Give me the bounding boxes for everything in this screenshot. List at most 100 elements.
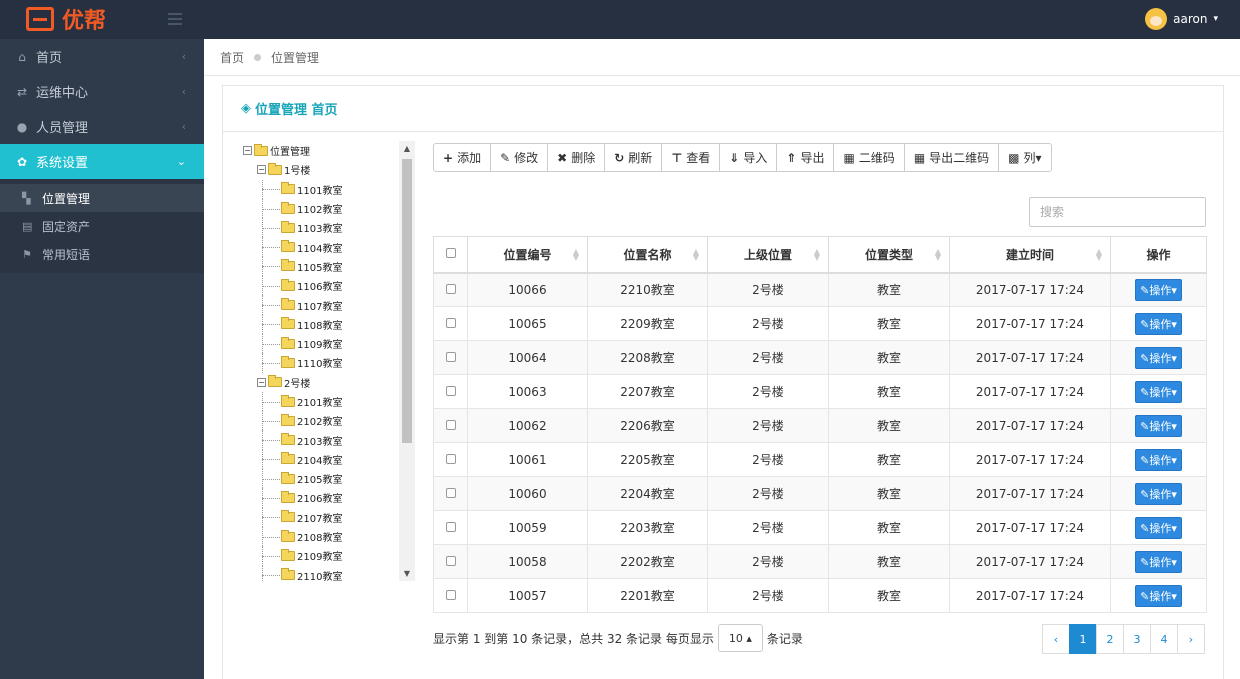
row-checkbox[interactable] — [445, 317, 456, 328]
tree-node-root[interactable]: − 位置管理 — [243, 141, 413, 160]
tree-node-room[interactable]: 1105教室 — [243, 256, 413, 277]
row-action-button[interactable]: ✎操作▾ — [1135, 516, 1182, 539]
tree-node-room[interactable]: 1110教室 — [243, 353, 413, 373]
view-button[interactable]: ⊤ 查看 — [661, 143, 721, 172]
column-header-parent[interactable]: 上级位置 ▲ ▼ — [707, 236, 829, 274]
tree-node-room[interactable]: 1103教室 — [243, 218, 413, 238]
column-header-created[interactable]: 建立时间 ▲ ▼ — [949, 236, 1111, 274]
tree-node-room[interactable]: 2101教室 — [243, 391, 413, 412]
tree-node-building[interactable]: − 1号楼 — [243, 160, 413, 179]
qrcode-button[interactable]: ▦ 二维码 — [833, 143, 905, 172]
user-menu[interactable]: aaron ▾ — [1145, 8, 1218, 30]
table-row[interactable]: 10062 2206教室 2号楼 教室 2017-07-17 17:24 ✎操作▾ — [433, 408, 1207, 443]
collapse-toggle-icon[interactable]: − — [257, 165, 266, 175]
column-header-id[interactable]: 位置编号 ▲ ▼ — [467, 236, 588, 274]
row-checkbox[interactable] — [445, 589, 456, 600]
chevron-down-icon: ▾ — [1035, 150, 1042, 165]
row-action-button[interactable]: ✎操作▾ — [1135, 312, 1182, 335]
row-action-button[interactable]: ✎操作▾ — [1135, 278, 1182, 301]
row-checkbox[interactable] — [445, 283, 456, 294]
sidebar-item-phrases[interactable]: ⚑ 常用短语 — [0, 240, 204, 268]
scroll-up-icon[interactable]: ▲ — [399, 144, 415, 153]
collapse-toggle-icon[interactable]: − — [243, 146, 252, 156]
add-button[interactable]: + 添加 — [433, 143, 492, 172]
row-action-button[interactable]: ✎操作▾ — [1135, 448, 1182, 471]
tree-node-room[interactable]: 2105教室 — [243, 469, 413, 489]
breadcrumb-home-link[interactable]: 首页 — [220, 49, 244, 66]
row-checkbox[interactable] — [445, 385, 456, 396]
row-checkbox[interactable] — [445, 487, 456, 498]
edit-button[interactable]: ✎ 修改 — [490, 143, 549, 172]
close-icon: ✖ — [557, 150, 568, 165]
page-button-4[interactable]: 4 — [1150, 624, 1178, 654]
table-row[interactable]: 10058 2202教室 2号楼 教室 2017-07-17 17:24 ✎操作▾ — [433, 544, 1207, 579]
sidebar-item-assets[interactable]: ▤ 固定资产 — [0, 212, 204, 240]
table-row[interactable]: 10059 2203教室 2号楼 教室 2017-07-17 17:24 ✎操作▾ — [433, 510, 1207, 545]
import-button[interactable]: ⇓ 导入 — [719, 143, 778, 172]
columns-button[interactable]: ▩ 列 ▾ — [998, 143, 1052, 172]
tree-node-room[interactable]: 2106教室 — [243, 488, 413, 508]
next-page-button[interactable]: › — [1177, 624, 1205, 654]
select-all-checkbox[interactable] — [445, 248, 456, 259]
scrollbar-thumb[interactable] — [402, 159, 412, 443]
column-header-type[interactable]: 位置类型 ▲ ▼ — [828, 236, 950, 274]
table-row[interactable]: 10060 2204教室 2号楼 教室 2017-07-17 17:24 ✎操作▾ — [433, 476, 1207, 511]
menu-toggle-icon[interactable] — [168, 13, 182, 25]
row-checkbox[interactable] — [445, 453, 456, 464]
page-button-1[interactable]: 1 — [1069, 624, 1097, 654]
delete-button[interactable]: ✖ 删除 — [547, 143, 606, 172]
row-action-button[interactable]: ✎操作▾ — [1135, 346, 1182, 369]
tree-node-room[interactable]: 1108教室 — [243, 314, 413, 335]
sidebar-item-home[interactable]: ⌂ 首页 ‹ — [0, 39, 204, 74]
search-input[interactable] — [1029, 197, 1206, 227]
tree-node-room[interactable]: 2108教室 — [243, 526, 413, 547]
column-header-name[interactable]: 位置名称 ▲ ▼ — [587, 236, 708, 274]
scroll-down-icon[interactable]: ▼ — [399, 569, 415, 578]
prev-page-button[interactable]: ‹ — [1042, 624, 1070, 654]
table-row[interactable]: 10063 2207教室 2号楼 教室 2017-07-17 17:24 ✎操作▾ — [433, 374, 1207, 409]
page-button-3[interactable]: 3 — [1123, 624, 1151, 654]
export-button[interactable]: ⇑ 导出 — [776, 143, 835, 172]
table-row[interactable]: 10066 2210教室 2号楼 教室 2017-07-17 17:24 ✎操作▾ — [433, 272, 1207, 307]
collapse-toggle-icon[interactable]: − — [257, 377, 266, 387]
tree-node-room[interactable]: 2102教室 — [243, 411, 413, 431]
tree-node-room[interactable]: 2109教室 — [243, 546, 413, 566]
tree-node-building[interactable]: − 2号楼 — [243, 373, 413, 392]
table-row[interactable]: 10065 2209教室 2号楼 教室 2017-07-17 17:24 ✎操作▾ — [433, 306, 1207, 341]
sidebar-item-people[interactable]: ● 人员管理 ‹ — [0, 109, 204, 144]
row-action-button[interactable]: ✎操作▾ — [1135, 584, 1182, 607]
row-checkbox[interactable] — [445, 555, 456, 566]
table-row[interactable]: 10061 2205教室 2号楼 教室 2017-07-17 17:24 ✎操作▾ — [433, 442, 1207, 477]
refresh-button[interactable]: ↻ 刷新 — [604, 143, 663, 172]
tree-node-room[interactable]: 2103教室 — [243, 430, 413, 451]
tree-node-room[interactable]: 1106教室 — [243, 276, 413, 296]
row-checkbox[interactable] — [445, 521, 456, 532]
table-row[interactable]: 10057 2201教室 2号楼 教室 2017-07-17 17:24 ✎操作▾ — [433, 578, 1207, 613]
row-action-button[interactable]: ✎操作▾ — [1135, 482, 1182, 505]
tree-node-room[interactable]: 1109教室 — [243, 333, 413, 354]
tree-node-room[interactable]: 2104教室 — [243, 449, 413, 470]
row-action-button[interactable]: ✎操作▾ — [1135, 380, 1182, 403]
cell-name: 2204教室 — [587, 476, 708, 511]
sidebar-item-location[interactable]: ▚ 位置管理 — [0, 184, 204, 212]
page-button-2[interactable]: 2 — [1096, 624, 1124, 654]
tree-node-room[interactable]: 2107教室 — [243, 507, 413, 528]
cell-name: 2201教室 — [587, 578, 708, 613]
tree-node-room[interactable]: 1104教室 — [243, 237, 413, 258]
page-size-select[interactable]: 10 ▴ — [717, 624, 763, 652]
logo[interactable]: 优帮 — [26, 4, 106, 34]
tree-node-room[interactable]: 2110教室 — [243, 565, 413, 581]
export-qrcode-button[interactable]: ▦ 导出二维码 — [903, 143, 1000, 172]
sidebar-item-settings[interactable]: ✿ 系统设置 ⌄ — [0, 144, 204, 179]
row-checkbox[interactable] — [445, 351, 456, 362]
tree-node-room[interactable]: 1102教室 — [243, 198, 413, 219]
tree-node-room[interactable]: 1107教室 — [243, 295, 413, 315]
row-checkbox[interactable] — [445, 419, 456, 430]
refresh-icon: ↻ — [614, 150, 625, 165]
tree-node-room[interactable]: 1101教室 — [243, 179, 413, 200]
row-action-button[interactable]: ✎操作▾ — [1135, 550, 1182, 573]
sidebar-item-ops[interactable]: ⇄ 运维中心 ‹ — [0, 74, 204, 109]
table-row[interactable]: 10064 2208教室 2号楼 教室 2017-07-17 17:24 ✎操作▾ — [433, 340, 1207, 375]
row-action-button[interactable]: ✎操作▾ — [1135, 414, 1182, 437]
tree-scrollbar[interactable]: ▲ ▼ — [399, 141, 415, 581]
